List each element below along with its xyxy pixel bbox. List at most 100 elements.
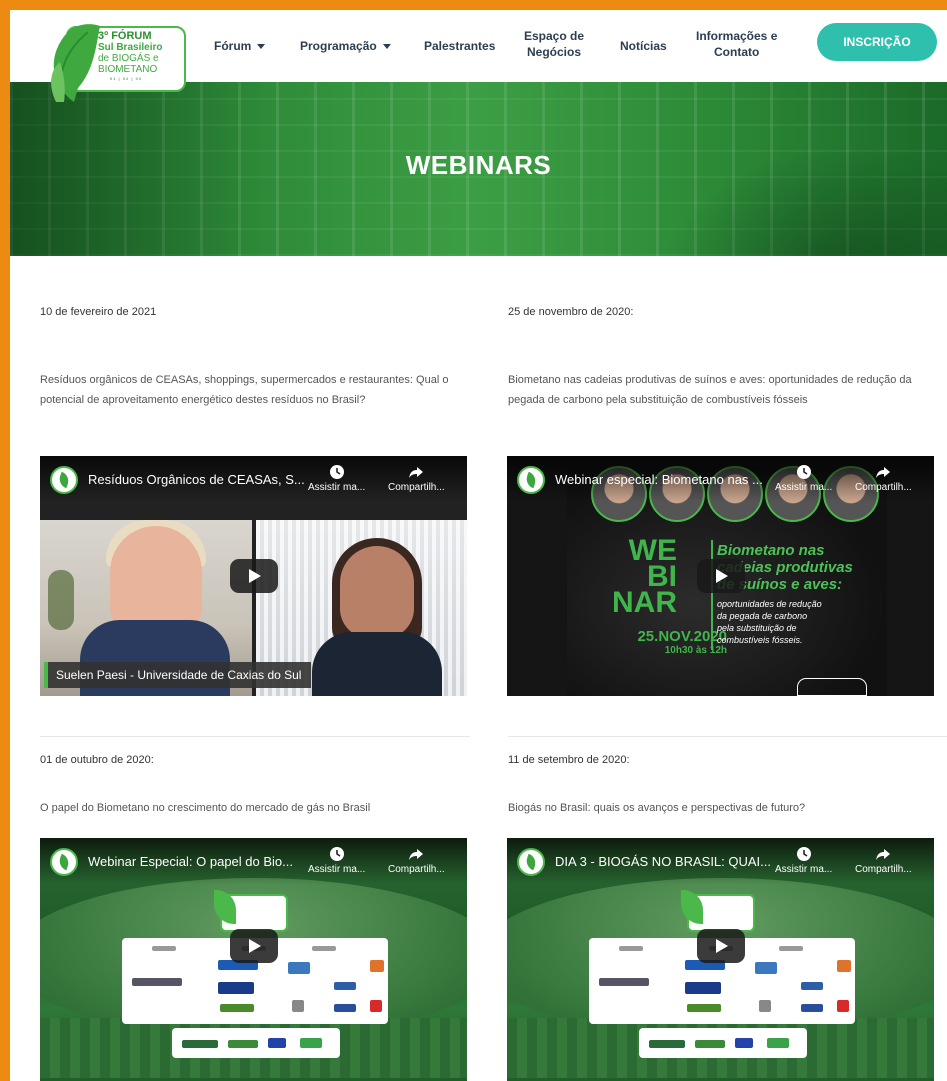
- share-button[interactable]: Compartilh...: [388, 846, 445, 875]
- share-button[interactable]: Compartilh...: [388, 464, 445, 493]
- play-button[interactable]: [696, 559, 745, 593]
- nav-forum-label: Fórum: [214, 39, 252, 53]
- nav-palestrantes[interactable]: Palestrantes: [424, 38, 495, 54]
- video-title[interactable]: Webinar especial: Biometano nas ...: [555, 472, 763, 487]
- post-date: 01 de outubro de 2020:: [40, 754, 154, 766]
- share-button[interactable]: Compartilh...: [855, 464, 912, 493]
- forum-logo-small: [214, 890, 288, 932]
- sponsor-logo: [801, 1004, 823, 1012]
- channel-avatar[interactable]: [517, 848, 545, 876]
- channel-avatar[interactable]: [50, 848, 78, 876]
- post-description-wrap-1: Resíduos orgânicos de CEASAs, shoppings,…: [40, 370, 470, 410]
- nav-informacoes-contato[interactable]: Informações e Contato: [696, 28, 777, 60]
- share-icon: [409, 849, 424, 860]
- speaker-lower-third: Suelen Paesi - Universidade de Caxias do…: [44, 662, 312, 688]
- nav-noticias-label: Notícias: [620, 39, 667, 53]
- banner-shade-right: [627, 122, 947, 256]
- clock-icon: [329, 465, 344, 479]
- sponsor-logo: [292, 1000, 304, 1012]
- sponsor-header-bronze: [779, 946, 803, 951]
- nav-programacao[interactable]: Programação: [300, 38, 391, 54]
- partner-logo: [649, 1040, 685, 1048]
- page-frame: 3º FÓRUM Sul Brasileiro de BIOGÁS e BIOM…: [10, 10, 947, 1081]
- video-title[interactable]: DIA 3 - BIOGÁS NO BRASIL: QUAI...: [555, 854, 771, 869]
- share-icon: [876, 849, 891, 860]
- watch-later-button[interactable]: Assistir ma...: [775, 846, 832, 875]
- sponsor-logo: [599, 978, 649, 986]
- chevron-down-icon: [382, 44, 391, 50]
- page-title: WEBINARS: [405, 150, 552, 180]
- video-title[interactable]: Resíduos Orgânicos de CEASAs, S...: [88, 472, 305, 487]
- divider: [40, 736, 470, 737]
- sponsor-logo: [370, 1000, 382, 1012]
- share-icon: [876, 467, 891, 478]
- share-label: Compartilh...: [855, 864, 912, 875]
- sponsor-logo: [801, 982, 823, 990]
- sponsor-logo: [755, 962, 777, 974]
- divider: [508, 736, 947, 737]
- webinar-wordmark: WE BI NAR: [603, 536, 677, 618]
- channel-avatar[interactable]: [517, 466, 545, 494]
- sponsor-logo: [837, 1000, 849, 1012]
- partner-logo: [268, 1038, 286, 1048]
- webinar-subheadline: oportunidades de redução da pegada de ca…: [717, 598, 822, 646]
- inscricao-button[interactable]: INSCRIÇÃO: [817, 23, 937, 61]
- post-date: 25 de novembro de 2020:: [508, 306, 634, 318]
- sponsor-header-master: [619, 946, 643, 951]
- sub-line-4: combustíveis fósseis.: [717, 635, 803, 645]
- video-player-1[interactable]: Resíduos Orgânicos de CEASAs, S... Assis…: [40, 456, 467, 696]
- nav-espaco-line1: Espaço de: [524, 29, 585, 43]
- forum-corner-badge: [797, 678, 867, 696]
- sponsor-logo: [370, 960, 384, 972]
- watch-later-label: Assistir ma...: [775, 864, 833, 875]
- video-player-4[interactable]: DIA 3 - BIOGÁS NO BRASIL: QUAI... Assist…: [507, 838, 934, 1081]
- forum-logo[interactable]: 3º FÓRUM Sul Brasileiro de BIOGÁS e BIOM…: [44, 22, 186, 106]
- watch-later-button[interactable]: Assistir ma...: [308, 846, 365, 875]
- partner-logo: [767, 1038, 789, 1048]
- post-date: 11 de setembro de 2020:: [508, 754, 630, 766]
- post-description-wrap-4: Biogás no Brasil: quais os avanços e per…: [508, 798, 938, 818]
- channel-avatar[interactable]: [50, 466, 78, 494]
- partner-logo: [300, 1038, 322, 1048]
- sponsor-logo: [220, 1004, 254, 1012]
- sponsor-logo: [334, 1004, 356, 1012]
- nav-info-line2: Contato: [714, 45, 760, 59]
- nav-noticias[interactable]: Notícias: [620, 38, 667, 54]
- logo-line-3: de BIOGÁS e: [98, 53, 159, 64]
- nav-programacao-label: Programação: [300, 39, 377, 53]
- play-button[interactable]: [229, 559, 278, 593]
- play-button[interactable]: [696, 929, 745, 963]
- sponsor-logo: [685, 982, 721, 994]
- sponsor-logo: [218, 982, 254, 994]
- page-banner: WEBINARS: [10, 82, 947, 256]
- chevron-down-icon: [257, 44, 266, 50]
- person-face: [340, 546, 414, 638]
- video-title[interactable]: Webinar Especial: O papel do Bio...: [88, 854, 293, 869]
- person-body: [312, 632, 442, 696]
- watch-later-button[interactable]: Assistir ma...: [308, 464, 365, 493]
- nav-espaco-negocios[interactable]: Espaço de Negócios: [524, 28, 584, 60]
- sponsor-logo: [837, 960, 851, 972]
- sub-line-1: oportunidades de redução: [717, 599, 822, 609]
- sponsor-logo: [759, 1000, 771, 1012]
- sub-line-3: pela substituição de: [717, 623, 797, 633]
- logo-line-1: 3º FÓRUM: [98, 30, 152, 42]
- nav-palestrantes-label: Palestrantes: [424, 39, 496, 53]
- video-player-2[interactable]: WE BI NAR 25.NOV.2020 10h30 às 12h Biome…: [507, 456, 934, 696]
- webinar-post-1: 10 de fevereiro de 2021: [40, 306, 470, 318]
- thumb-divider: [711, 540, 713, 650]
- video-player-3[interactable]: Webinar Especial: O papel do Bio... Assi…: [40, 838, 467, 1081]
- watch-later-button[interactable]: Assistir ma...: [775, 464, 832, 493]
- sponsor-logo: [687, 1004, 721, 1012]
- play-button[interactable]: [229, 929, 278, 963]
- post-description: Biometano nas cadeias produtivas de suín…: [508, 374, 912, 406]
- share-label: Compartilh...: [388, 482, 445, 493]
- realization-panel: [639, 1028, 807, 1058]
- watch-later-label: Assistir ma...: [308, 482, 366, 493]
- site-header: 3º FÓRUM Sul Brasileiro de BIOGÁS e BIOM…: [10, 10, 947, 102]
- nav-forum[interactable]: Fórum: [214, 38, 266, 54]
- webinar-post-3: 01 de outubro de 2020:: [40, 754, 470, 766]
- share-label: Compartilh...: [855, 482, 912, 493]
- share-button[interactable]: Compartilh...: [855, 846, 912, 875]
- headline-line-1: Biometano nas: [717, 542, 825, 559]
